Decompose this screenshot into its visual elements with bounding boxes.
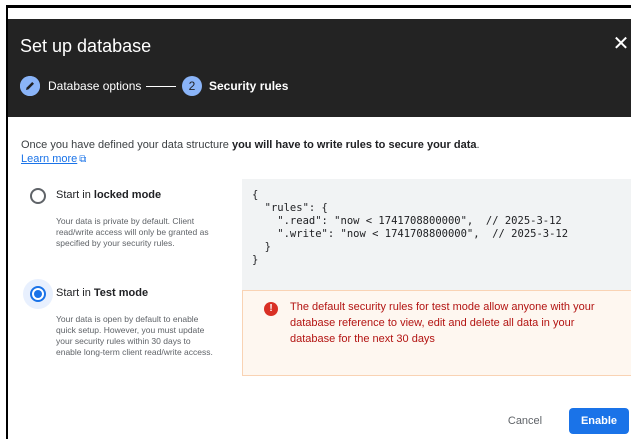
step-2-number: 2	[182, 76, 202, 96]
intro-text: Once you have defined your data structur…	[21, 138, 621, 153]
radio-test-mode[interactable]	[30, 286, 46, 302]
step-2-label: Security rules	[209, 79, 289, 93]
close-icon[interactable]: ✕	[611, 34, 631, 54]
option-test-label: Start in Test mode	[56, 287, 148, 299]
learn-more-label: Learn more	[21, 153, 78, 165]
external-link-icon: ⧉	[79, 154, 87, 165]
code-line-4: ".write": "now < 1741708800000", // 2025…	[252, 228, 569, 240]
rules-code-block: { "rules": { ".read": "now < 17417088000…	[242, 179, 631, 290]
option-locked-label: Start in locked mode	[56, 189, 161, 201]
radio-locked-mode[interactable]	[30, 188, 46, 204]
step-connector	[146, 86, 176, 87]
cancel-button[interactable]: Cancel	[499, 408, 551, 434]
dialog-title: Set up database	[20, 36, 152, 56]
step-1-pencil-icon	[20, 76, 40, 96]
code-line-3: ".read": "now < 1741708800000", // 2025-…	[252, 215, 562, 227]
setup-database-dialog: Set up database ✕ Database options 2 Sec…	[8, 19, 631, 439]
option-locked-prefix: Start in	[56, 189, 94, 201]
option-locked-description: Your data is private by default. Client …	[56, 216, 209, 248]
window-frame-top-border	[6, 5, 631, 8]
intro-text-bold: you will have to write rules to secure y…	[231, 139, 477, 151]
learn-more-link[interactable]: Learn more ⧉	[21, 153, 86, 165]
code-line-5: }	[252, 241, 271, 253]
option-test-bold: Test mode	[93, 287, 149, 299]
test-mode-warning: ! The default security rules for test mo…	[242, 290, 631, 376]
dialog-header: Set up database ✕ Database options 2 Sec…	[8, 19, 631, 117]
warning-text: The default security rules for test mode…	[290, 301, 595, 345]
code-line-1: {	[252, 189, 259, 201]
dialog-footer: Cancel Enable	[8, 399, 631, 439]
option-test-prefix: Start in	[56, 287, 94, 299]
stepper: Database options 2 Security rules	[20, 74, 440, 98]
option-test-description: Your data is open by default to enable q…	[56, 314, 213, 357]
enable-button[interactable]: Enable	[569, 408, 629, 434]
pencil-icon	[20, 76, 40, 96]
code-line-2: "rules": {	[252, 202, 328, 214]
intro-text-start: Once you have defined your data structur…	[21, 139, 232, 151]
step-1-label: Database options	[48, 79, 142, 93]
code-line-6: }	[252, 254, 259, 266]
option-locked-bold: locked mode	[93, 189, 162, 201]
intro-text-end: .	[476, 139, 480, 151]
exclamation-icon: !	[264, 302, 278, 316]
